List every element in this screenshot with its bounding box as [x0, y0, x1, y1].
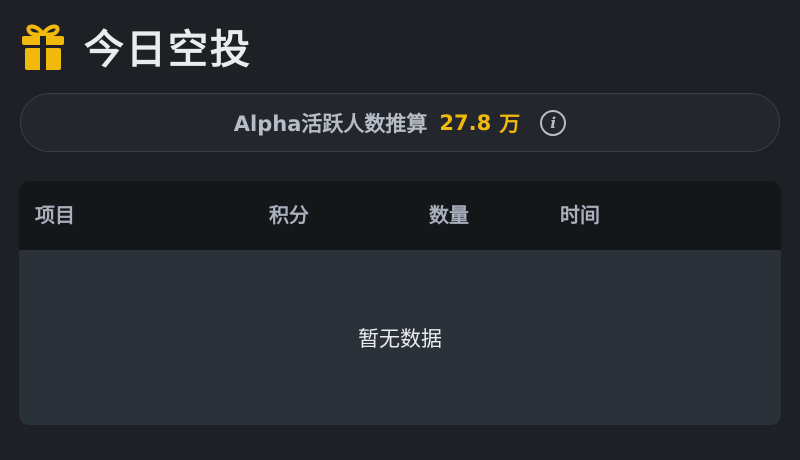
empty-state-text: 暂无数据	[358, 326, 442, 351]
header: 今日空投	[20, 16, 252, 76]
column-header-time: 时间	[560, 203, 600, 227]
column-header-points: 积分	[269, 203, 309, 227]
column-header-quantity: 数量	[429, 203, 469, 227]
active-users-value: 27.8	[439, 110, 492, 135]
active-users-label: Alpha活跃人数推算	[233, 111, 428, 136]
info-icon[interactable]: i	[540, 109, 567, 136]
airdrop-table: 项目 积分 数量 时间 暂无数据	[19, 181, 781, 425]
active-users-unit: 万	[499, 111, 521, 136]
active-users-bar: Alpha活跃人数推算 27.8 万 i	[20, 93, 780, 152]
column-header-project: 项目	[35, 203, 75, 227]
page-title: 今日空投	[84, 27, 252, 73]
gift-icon	[22, 24, 64, 70]
table-body: 暂无数据	[19, 250, 781, 425]
table-header: 项目 积分 数量 时间	[19, 181, 781, 250]
